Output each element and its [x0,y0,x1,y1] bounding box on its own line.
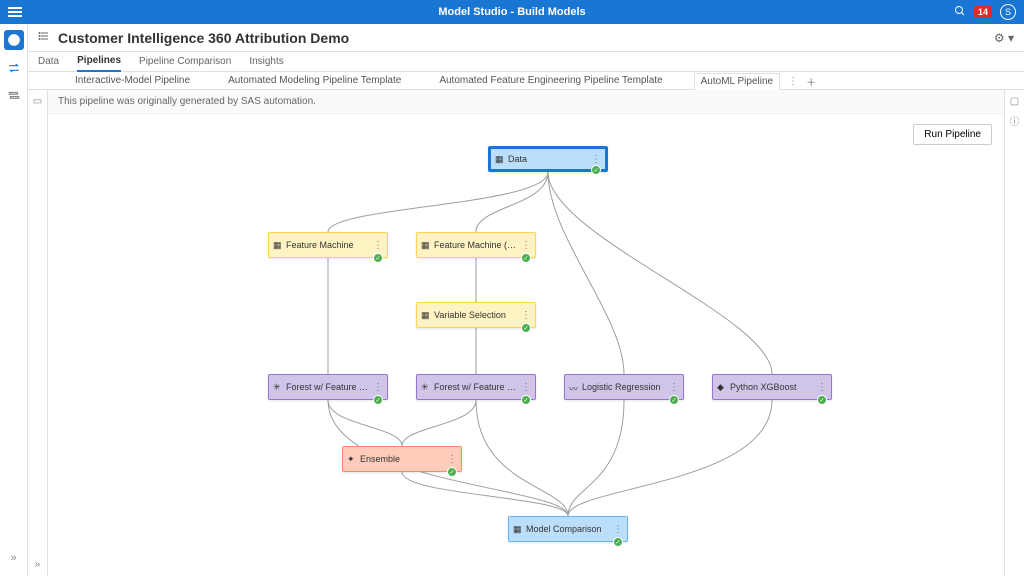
node-variable-selection[interactable]: ▦ Variable Selection ⋮ [416,302,536,328]
node-xgboost[interactable]: ◆ Python XGBoost ⋮ [712,374,832,400]
node-forest-1[interactable]: ✳ Forest w/ Feature Machines ⋮ [268,374,388,400]
subtab-interactive[interactable]: Interactive-Model Pipeline [68,72,197,89]
node-menu-icon[interactable]: ⋮ [669,382,679,393]
status-success-icon [817,395,827,405]
user-avatar[interactable]: S [1000,4,1016,20]
status-success-icon [669,395,679,405]
canvas-area: This pipeline was originally generated b… [48,90,1004,576]
node-menu-icon[interactable]: ⋮ [521,240,531,251]
node-ensemble[interactable]: ✦ Ensemble ⋮ [342,446,462,472]
menu-icon[interactable] [8,7,22,17]
node-feature-machine-vs[interactable]: ▦ Feature Machine (w/ VS) ⋮ [416,232,536,258]
pipeline-canvas[interactable]: ▦ Data ⋮ ▦ Feature Machine ⋮ ▦ Feature M… [48,116,1004,576]
node-menu-icon[interactable]: ⋮ [521,382,531,393]
tree-icon: ✳ [421,382,431,392]
python-icon: ◆ [717,382,727,392]
content-left-rail: ▭ » [28,90,48,576]
node-forest-2[interactable]: ✳ Forest w/ Feature Machin... ⋮ [416,374,536,400]
status-success-icon [373,253,383,263]
node-label: Model Comparison [526,524,610,534]
node-menu-icon[interactable]: ⋮ [613,524,623,535]
selection-icon: ▦ [421,310,431,320]
tab-insights[interactable]: Insights [249,56,283,71]
node-model-comparison[interactable]: ▦ Model Comparison ⋮ [508,516,628,542]
add-tab-icon[interactable]: ＋ [806,74,816,89]
status-success-icon [521,395,531,405]
node-label: Feature Machine [286,240,370,250]
app-title: Model Studio - Build Models [438,6,585,18]
node-label: Logistic Regression [582,382,666,392]
status-success-icon [591,165,601,175]
subtab-auto-modeling[interactable]: Automated Modeling Pipeline Template [221,72,408,89]
status-success-icon [447,467,457,477]
status-success-icon [521,253,531,263]
feature-icon: ▦ [273,240,283,250]
connectors [48,116,1004,576]
node-label: Feature Machine (w/ VS) [434,240,518,250]
node-menu-icon[interactable]: ⋮ [447,454,457,465]
node-label: Data [508,154,588,164]
ensemble-icon: ✦ [347,454,357,464]
page-title: Customer Intelligence 360 Attribution De… [58,30,349,46]
gear-icon[interactable]: ⚙ ▾ [994,31,1014,45]
table-icon: ▦ [495,154,505,164]
node-logistic-regression[interactable]: 〰 Logistic Regression ⋮ [564,374,684,400]
list-icon[interactable] [38,30,50,45]
info-icon[interactable]: ⓘ [1010,113,1020,128]
node-label: Forest w/ Feature Machin... [434,382,518,392]
right-rail: ▢ ⓘ [1004,90,1024,576]
node-label: Forest w/ Feature Machines [286,382,370,392]
search-icon[interactable] [954,5,966,20]
rail-home-icon[interactable] [4,30,24,50]
node-data[interactable]: ▦ Data ⋮ [488,146,608,172]
regression-icon: 〰 [569,382,579,392]
compare-icon: ▦ [513,524,523,534]
expand-left-icon[interactable]: » [35,559,41,570]
topbar: Model Studio - Build Models 14 S [0,0,1024,24]
note-icon[interactable]: ▭ [33,96,42,107]
content-wrap: ▭ » This pipeline was originally generat… [28,90,1024,576]
node-menu-icon[interactable]: ⋮ [591,154,601,165]
subtab-auto-feature[interactable]: Automated Feature Engineering Pipeline T… [432,72,669,89]
rail-settings-icon[interactable] [4,86,24,106]
status-success-icon [613,537,623,547]
subtab-automl[interactable]: AutoML Pipeline [694,73,780,90]
notification-badge[interactable]: 14 [974,6,992,18]
node-menu-icon[interactable]: ⋮ [521,310,531,321]
left-rail: » [0,24,28,576]
node-label: Python XGBoost [730,382,814,392]
node-menu-icon[interactable]: ⋮ [373,382,383,393]
rail-expand-icon[interactable]: » [4,548,24,568]
info-strip: This pipeline was originally generated b… [48,90,1004,114]
node-menu-icon[interactable]: ⋮ [373,240,383,251]
tab-data[interactable]: Data [38,56,59,71]
main-tabs: Data Pipelines Pipeline Comparison Insig… [28,52,1024,72]
status-success-icon [373,395,383,405]
clipboard-icon[interactable]: ▢ [1010,96,1019,107]
node-label: Ensemble [360,454,444,464]
node-label: Variable Selection [434,310,518,320]
node-menu-icon[interactable]: ⋮ [817,382,827,393]
tab-pipelines[interactable]: Pipelines [77,55,121,72]
subtab-menu-icon[interactable]: ⋮ [788,76,798,87]
rail-exchange-icon[interactable] [4,58,24,78]
tree-icon: ✳ [273,382,283,392]
feature-icon: ▦ [421,240,431,250]
header-row: Customer Intelligence 360 Attribution De… [28,24,1024,52]
node-feature-machine[interactable]: ▦ Feature Machine ⋮ [268,232,388,258]
tab-pipeline-comparison[interactable]: Pipeline Comparison [139,56,231,71]
status-success-icon [521,323,531,333]
sub-tabs: Interactive-Model Pipeline Automated Mod… [28,72,1024,90]
